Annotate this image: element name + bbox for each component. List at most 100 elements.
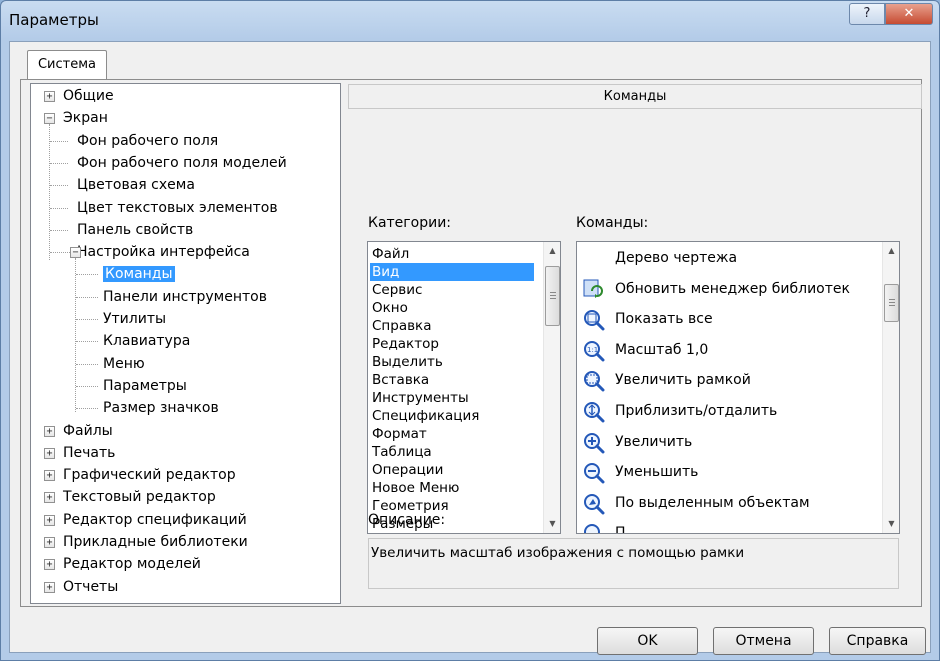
command-item[interactable]: 1:1 Масштаб 1,0 (581, 336, 876, 366)
tree-item[interactable]: Редактор моделей (63, 554, 201, 574)
zoom-icon (583, 523, 605, 533)
tree-line (50, 185, 68, 187)
command-item[interactable]: Приблизить/отдалить (581, 397, 876, 427)
expand-icon[interactable]: + (44, 581, 55, 593)
tree-item-label: Параметры (103, 377, 187, 394)
tree-line (75, 258, 76, 413)
scroll-down-icon[interactable]: ▼ (544, 515, 560, 532)
category-item[interactable]: Окно (370, 299, 534, 317)
settings-tree[interactable]: Общие + Экран − Фон рабочего поля Фон рабочег… (30, 83, 341, 604)
tree-item-label: Меню (103, 355, 145, 372)
command-item[interactable]: П... (581, 519, 876, 534)
category-item[interactable]: Справка (370, 317, 534, 335)
ok-button[interactable]: OK (597, 627, 698, 655)
tree-item-label: Панели инструментов (103, 288, 267, 305)
tree-item[interactable]: Команды (103, 264, 175, 284)
tree-item[interactable]: Фон рабочего поля моделей (77, 153, 287, 173)
expand-icon[interactable]: + (44, 514, 55, 526)
tree-item[interactable]: Графический редактор (63, 465, 236, 485)
category-item[interactable]: Выделить (370, 353, 534, 371)
scrollbar-thumb[interactable] (545, 266, 560, 326)
command-label: Увеличить рамкой (615, 372, 751, 389)
title-bar[interactable]: Параметры ? ✕ (1, 1, 939, 41)
command-item[interactable]: По выделенным объектам (581, 489, 876, 519)
category-item[interactable]: Сервис (370, 281, 534, 299)
collapse-icon[interactable]: − (44, 113, 55, 125)
expand-icon[interactable]: + (44, 447, 55, 459)
tree-item[interactable]: Цвет текстовых элементов (77, 198, 278, 218)
close-button[interactable]: ✕ (885, 3, 933, 25)
tree-item[interactable]: Редактор спецификаций (63, 510, 247, 530)
category-item[interactable]: Вид (370, 263, 534, 281)
commands-list[interactable]: П... По выделенным объектам Уменьшить Увели… (576, 241, 900, 534)
expand-icon[interactable]: + (44, 537, 55, 548)
tree-item[interactable]: Текстовый редактор (63, 487, 216, 507)
tree-item[interactable]: Настройка интерфейса (77, 242, 250, 262)
tree-line (76, 274, 98, 276)
tree-item[interactable]: Прикладные библиотеки (63, 532, 248, 552)
category-item[interactable]: Новое Меню (370, 479, 534, 497)
command-item[interactable]: Показать все (581, 305, 876, 335)
collapse-icon[interactable]: − (70, 247, 81, 259)
tree-item[interactable]: Файлы (63, 421, 113, 441)
category-item[interactable]: Формат (370, 425, 534, 443)
refresh-library-icon (583, 279, 605, 301)
description-box: Увеличить масштаб изображения с помощью … (368, 538, 899, 589)
expand-icon[interactable]: + (44, 91, 55, 102)
tree-item[interactable]: Клавиатура (103, 331, 190, 351)
tree-item-label: Клавиатура (103, 333, 191, 350)
command-item[interactable]: Дерево чертежа (581, 244, 876, 274)
tree-item-label: Фон рабочего поля моделей (77, 154, 287, 171)
tree-item[interactable]: Панели инструментов (103, 287, 267, 307)
tree-item[interactable]: Печать (63, 443, 115, 463)
expand-icon[interactable]: + (44, 559, 55, 571)
scroll-up-icon[interactable]: ▲ (544, 242, 560, 259)
category-item[interactable]: Спецификация (370, 407, 534, 425)
tree-item[interactable]: Параметры (103, 376, 187, 396)
category-item[interactable]: Таблица (370, 443, 534, 461)
tree-line (76, 296, 98, 298)
command-item[interactable]: Уменьшить (581, 458, 876, 488)
expand-icon[interactable]: + (44, 425, 55, 437)
categories-list[interactable]: Размеры Геометрия Новое Меню Операции Таблиц… (367, 241, 561, 534)
tree-line (50, 229, 68, 231)
categories-scrollbar[interactable]: ▲ ▼ (543, 242, 560, 533)
tree-item[interactable]: Общие (63, 86, 114, 106)
tab-system[interactable]: Система (27, 50, 107, 80)
expand-icon[interactable]: + (44, 492, 55, 504)
command-label: Обновить менеджер библиотек (615, 280, 850, 297)
help-title-button[interactable]: ? (849, 3, 885, 25)
tree-item[interactable]: Панель свойств (77, 220, 193, 240)
tree-line (50, 207, 68, 209)
tree-item[interactable]: Экран (63, 108, 108, 128)
category-item[interactable]: Файл (370, 245, 534, 263)
category-item[interactable]: Операции (370, 461, 534, 479)
tree-item[interactable]: Отчеты (63, 577, 118, 597)
expand-icon[interactable]: + (44, 470, 55, 482)
commands-scrollbar[interactable]: ▲ ▼ (882, 242, 899, 533)
scroll-up-icon[interactable]: ▲ (883, 242, 899, 259)
panel-header: Команды (348, 84, 922, 109)
category-item[interactable]: Вставка (370, 371, 534, 389)
tree-item[interactable]: Меню (103, 354, 145, 374)
tree-item[interactable]: Размер значков (103, 398, 219, 418)
command-label: П... (615, 525, 639, 534)
scroll-down-icon[interactable]: ▼ (883, 515, 899, 532)
tree-item-label: Графический редактор (63, 467, 236, 484)
tree-item[interactable]: Фон рабочего поля (77, 131, 218, 151)
tree-item[interactable]: Цветовая схема (77, 175, 195, 195)
tree-item[interactable]: Утилиты (103, 309, 166, 329)
scrollbar-thumb[interactable] (884, 284, 899, 322)
dialog-client: Система Общие + Экран − Фон рабочего поля Фон… (9, 41, 931, 655)
category-item[interactable]: Редактор (370, 335, 534, 353)
command-item[interactable]: Увеличить рамкой (581, 366, 876, 396)
tree-item-label: Размер значков (103, 400, 219, 417)
category-item[interactable]: Инструменты (370, 389, 534, 407)
command-item[interactable]: Увеличить (581, 428, 876, 458)
help-button[interactable]: Справка (829, 627, 926, 655)
cancel-button[interactable]: Отмена (713, 627, 814, 655)
tree-item-label: Редактор моделей (63, 556, 201, 573)
command-item[interactable]: Обновить менеджер библиотек (581, 275, 876, 305)
command-label: По выделенным объектам (615, 494, 810, 511)
tree-item-label: Прикладные библиотеки (63, 534, 248, 550)
